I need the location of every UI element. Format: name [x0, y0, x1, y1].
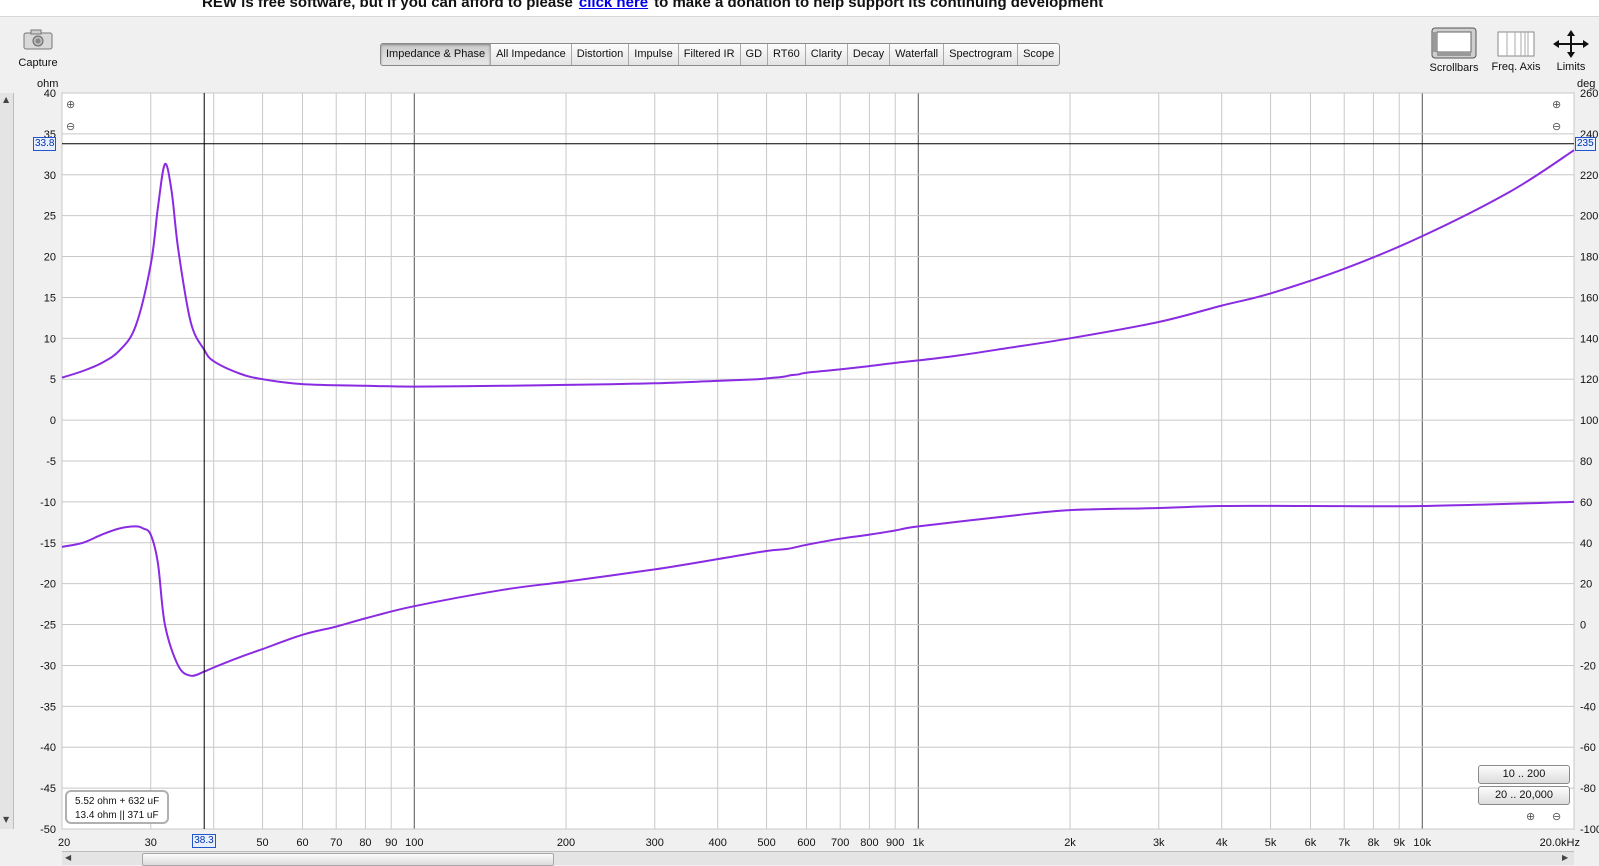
- legend-line-1: 5.52 ohm + 632 uF: [75, 796, 160, 807]
- zoom-out-x-icon[interactable]: ⊖: [1552, 811, 1561, 823]
- frequency-tick-label: 6k: [1305, 837, 1317, 849]
- left-axis-tick-label: -25: [40, 620, 56, 632]
- legend-line-2: 13.4 ohm || 371 uF: [75, 810, 159, 821]
- range-10-200-button[interactable]: 10 .. 200: [1478, 765, 1570, 784]
- right-axis-ticks: 260240220200180160140120100806040200-20-…: [1580, 88, 1599, 836]
- left-axis-tick-label: -30: [40, 660, 56, 672]
- frequency-tick-label: 30: [145, 837, 157, 849]
- frequency-tick-label: 10k: [1413, 837, 1431, 849]
- frequency-axis-ticks: 20 30 50 60 70 80 90 100 200 300 400 500 600 700 800 90…: [58, 837, 1580, 849]
- cursor-left-value: 33.8: [33, 136, 57, 151]
- frequency-tick-label: 50: [256, 837, 268, 849]
- cursor-frequency-value: 38.3: [192, 834, 216, 848]
- frequency-tick-label: 400: [709, 837, 727, 849]
- left-axis-tick-label: -5: [46, 456, 56, 468]
- right-axis-tick-label: 260: [1580, 88, 1598, 100]
- scroll-left-icon[interactable]: ◀: [65, 853, 71, 862]
- zoom-out-icon[interactable]: ⊖: [66, 121, 75, 133]
- frequency-tick-label: 800: [860, 837, 878, 849]
- cursor-right-value: 235: [1575, 136, 1596, 151]
- left-axis-tick-label: 0: [50, 415, 56, 427]
- left-axis-tick-label: -10: [40, 497, 56, 509]
- left-axis-tick-label: -50: [40, 824, 56, 836]
- right-axis-tick-label: -40: [1580, 701, 1596, 713]
- left-axis-tick-label: -40: [40, 742, 56, 754]
- left-axis-tick-label: 15: [44, 292, 56, 304]
- frequency-tick-label: 500: [757, 837, 775, 849]
- scroll-right-icon[interactable]: ▶: [1562, 853, 1568, 862]
- zoom-in-right-icon[interactable]: ⊕: [1552, 99, 1561, 111]
- left-axis-tick-label: 25: [44, 211, 56, 223]
- right-axis-tick-label: -100: [1580, 824, 1599, 836]
- left-axis-ticks: 4035302520151050-5-10-15-20-25-30-35-40-…: [40, 88, 56, 836]
- left-axis-tick-label: -35: [40, 701, 56, 713]
- impedance-phase-chart[interactable]: 4035302520151050-5-10-15-20-25-30-35-40-…: [0, 0, 1599, 850]
- frequency-tick-label: 5k: [1265, 837, 1277, 849]
- right-axis-tick-label: 140: [1580, 333, 1598, 345]
- horizontal-scrollbar[interactable]: ◀ ▶: [62, 851, 1574, 866]
- left-axis-tick-label: 30: [44, 170, 56, 182]
- right-axis-tick-label: 220: [1580, 170, 1598, 182]
- frequency-tick-label: 20: [58, 837, 70, 849]
- right-axis-tick-label: 160: [1580, 292, 1598, 304]
- frequency-tick-label: 60: [296, 837, 308, 849]
- right-axis-tick-label: -20: [1580, 660, 1596, 672]
- zoom-out-right-icon[interactable]: ⊖: [1552, 121, 1561, 133]
- frequency-tick-label: 1k: [912, 837, 924, 849]
- frequency-tick-label: 700: [831, 837, 849, 849]
- right-axis-tick-label: 0: [1580, 620, 1586, 632]
- frequency-tick-label: 200: [557, 837, 575, 849]
- right-axis-tick-label: -80: [1580, 783, 1596, 795]
- frequency-tick-label: 900: [886, 837, 904, 849]
- right-axis-tick-label: 180: [1580, 252, 1598, 264]
- left-axis-tick-label: 20: [44, 252, 56, 264]
- frequency-tick-label: 8k: [1368, 837, 1380, 849]
- right-axis-tick-label: 20: [1580, 579, 1592, 591]
- model-legend: 5.52 ohm + 632 uF 13.4 ohm || 371 uF: [65, 790, 169, 824]
- frequency-tick-label: 70: [330, 837, 342, 849]
- right-axis-tick-label: 120: [1580, 374, 1598, 386]
- frequency-tick-label: 4k: [1216, 837, 1228, 849]
- frequency-tick-label: 600: [797, 837, 815, 849]
- range-20-20000-button[interactable]: 20 .. 20,000: [1478, 786, 1570, 805]
- frequency-tick-label: 7k: [1338, 837, 1350, 849]
- right-axis-tick-label: 80: [1580, 456, 1592, 468]
- right-axis-tick-label: 60: [1580, 497, 1592, 509]
- left-axis-tick-label: -20: [40, 579, 56, 591]
- frequency-tick-label: 80: [359, 837, 371, 849]
- frequency-tick-label: 300: [646, 837, 664, 849]
- left-axis-tick-label: 10: [44, 333, 56, 345]
- right-axis-tick-label: 40: [1580, 538, 1592, 550]
- frequency-tick-label: 90: [385, 837, 397, 849]
- left-axis-tick-label: 40: [44, 88, 56, 100]
- left-axis-tick-label: 5: [50, 374, 56, 386]
- frequency-tick-label: 20.0kHz: [1540, 837, 1580, 849]
- frequency-tick-label: 2k: [1064, 837, 1076, 849]
- frequency-tick-label: 100: [405, 837, 423, 849]
- right-axis-tick-label: 200: [1580, 211, 1598, 223]
- right-axis-tick-label: -60: [1580, 742, 1596, 754]
- frequency-tick-label: 9k: [1393, 837, 1405, 849]
- right-axis-tick-label: 100: [1580, 415, 1598, 427]
- left-axis-tick-label: -15: [40, 538, 56, 550]
- zoom-in-icon[interactable]: ⊕: [66, 99, 75, 111]
- zoom-in-x-icon[interactable]: ⊕: [1526, 811, 1535, 823]
- frequency-tick-label: 3k: [1153, 837, 1165, 849]
- horizontal-scroll-thumb[interactable]: [142, 853, 554, 866]
- left-axis-tick-label: -45: [40, 783, 56, 795]
